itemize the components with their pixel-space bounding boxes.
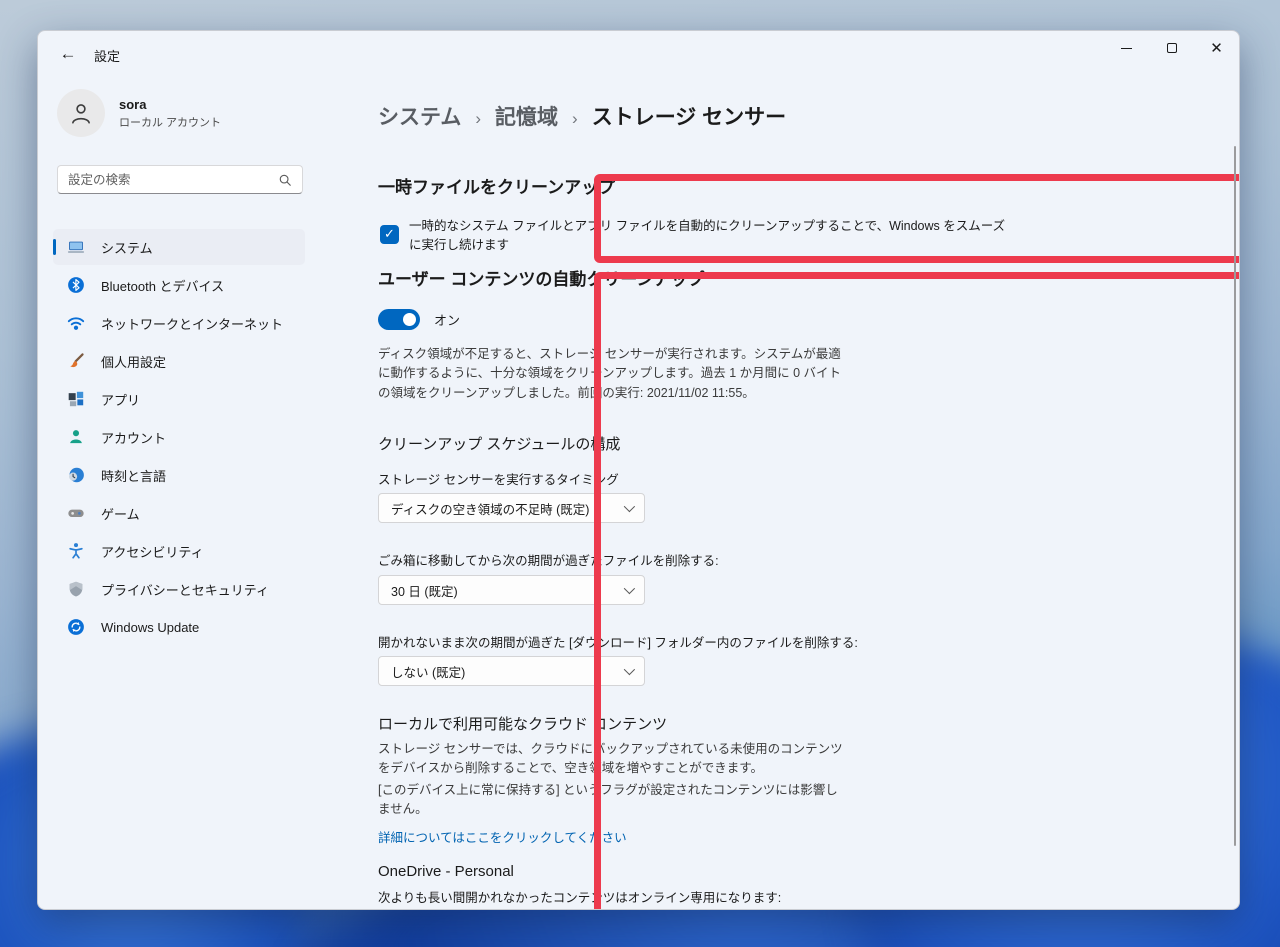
sidebar-item-label: ゲーム bbox=[101, 506, 140, 522]
auto-cleanup-heading: ユーザー コンテンツの自動クリーンアップ bbox=[378, 270, 705, 289]
sidebar-item-label: システム bbox=[101, 240, 153, 256]
downloads-dropdown[interactable]: しない (既定) bbox=[378, 656, 645, 686]
temp-files-checkbox-row: ✓ 一時的なシステム ファイルとアプリ ファイルを自動的にクリーンアップすること… bbox=[380, 215, 1009, 253]
onedrive-heading: OneDrive - Personal bbox=[378, 863, 514, 880]
titlebar: ← 設定 ✕ bbox=[38, 31, 1239, 77]
maximize-button[interactable] bbox=[1149, 31, 1194, 65]
sidebar-item-gaming[interactable]: ゲーム bbox=[53, 495, 305, 531]
windows-update-icon bbox=[67, 618, 85, 636]
sidebar-item-time-language[interactable]: 時刻と言語 bbox=[53, 457, 305, 493]
gaming-icon bbox=[67, 504, 85, 522]
page-title: ストレージ センサー bbox=[591, 106, 787, 129]
downloads-label: 開かれないまま次の期間が過ぎた [ダウンロード] フォルダー内のファイルを削除す… bbox=[378, 636, 858, 650]
toggle-knob bbox=[403, 313, 416, 326]
breadcrumb-separator: › bbox=[475, 109, 482, 128]
sidebar-item-accounts[interactable]: アカウント bbox=[53, 419, 305, 455]
learn-more-link[interactable]: 詳細についてはここをクリックしてください bbox=[378, 827, 627, 846]
recycle-bin-dropdown[interactable]: 30 日 (既定) bbox=[378, 575, 645, 605]
sidebar-nav: システム Bluetooth とデバイス ネットワークとインターネット 個人用設… bbox=[53, 229, 305, 647]
dropdown-value: しない (既定) bbox=[391, 665, 466, 680]
cloud-content-paragraph-1: ストレージ センサーでは、クラウドにバックアップされている未使用のコンテンツをデ… bbox=[378, 742, 843, 776]
personalization-icon bbox=[67, 352, 85, 370]
chevron-down-icon bbox=[623, 500, 636, 513]
temp-files-checkbox-label: 一時的なシステム ファイルとアプリ ファイルを自動的にクリーンアップすることで、… bbox=[409, 219, 1006, 252]
sidebar-item-label: 個人用設定 bbox=[101, 354, 167, 370]
toggle-state-label: オン bbox=[434, 313, 461, 328]
avatar bbox=[57, 89, 105, 137]
run-timing-dropdown[interactable]: ディスクの空き領域の不足時 (既定) bbox=[378, 493, 645, 523]
sidebar-item-apps[interactable]: アプリ bbox=[53, 381, 305, 417]
search-icon bbox=[279, 174, 291, 186]
temp-files-checkbox[interactable]: ✓ bbox=[380, 224, 399, 244]
onedrive-dropdown[interactable]: しない (既定) bbox=[378, 909, 645, 910]
accessibility-icon bbox=[67, 542, 85, 560]
account-summary[interactable]: sora ローカル アカウント bbox=[57, 89, 221, 137]
scrollbar[interactable] bbox=[1234, 146, 1236, 846]
breadcrumb-storage[interactable]: 記憶域 bbox=[495, 101, 558, 131]
temp-files-heading: 一時ファイルをクリーンアップ bbox=[378, 178, 616, 197]
back-button[interactable]: ← bbox=[52, 40, 84, 68]
minimize-button[interactable] bbox=[1104, 31, 1149, 65]
time-language-icon bbox=[67, 466, 85, 484]
settings-window: ← 設定 ✕ sora ローカル アカウント 設定の検索 システム Blueto… bbox=[37, 30, 1240, 910]
sidebar-item-label: アプリ bbox=[101, 392, 141, 408]
search-input[interactable] bbox=[68, 172, 278, 187]
close-icon: ✕ bbox=[1210, 39, 1223, 57]
dropdown-value: ディスクの空き領域の不足時 (既定) bbox=[391, 502, 590, 517]
checkmark-icon: ✓ bbox=[384, 226, 395, 241]
maximize-icon bbox=[1166, 43, 1177, 53]
person-icon bbox=[72, 104, 90, 124]
main-content: システム › 記憶域 › ストレージ センサー 一時ファイルをクリーンアップ ✓… bbox=[318, 77, 1239, 909]
privacy-icon bbox=[67, 580, 85, 598]
sidebar-item-label: アクセシビリティ bbox=[101, 544, 204, 560]
recycle-bin-label: ごみ箱に移動してから次の期間が過ぎたファイルを削除する: bbox=[378, 554, 719, 568]
storage-sense-toggle[interactable] bbox=[378, 309, 420, 330]
app-title: 設定 bbox=[94, 49, 121, 64]
sidebar: sora ローカル アカウント 設定の検索 システム Bluetooth とデバ… bbox=[38, 77, 318, 909]
account-type: ローカル アカウント bbox=[119, 116, 222, 129]
onedrive-label: 次よりも長い間開かれなかったコンテンツはオンライン専用になります: bbox=[378, 891, 782, 905]
sidebar-item-personalization[interactable]: 個人用設定 bbox=[53, 343, 305, 379]
schedule-heading: クリーンアップ スケジュールの構成 bbox=[378, 436, 621, 453]
sidebar-item-privacy[interactable]: プライバシーとセキュリティ bbox=[53, 571, 305, 607]
account-name: sora bbox=[119, 96, 147, 112]
sidebar-item-label: Windows Update bbox=[101, 619, 200, 635]
cloud-content-paragraph-2: [このデバイス上に常に保持する] というフラグが設定されたコンテンツには影響しま… bbox=[378, 783, 838, 817]
sidebar-item-network[interactable]: ネットワークとインターネット bbox=[53, 305, 305, 341]
chevron-down-icon bbox=[623, 663, 636, 676]
system-icon bbox=[67, 238, 85, 256]
sidebar-item-accessibility[interactable]: アクセシビリティ bbox=[53, 533, 305, 569]
settings-search[interactable] bbox=[57, 165, 303, 194]
sidebar-item-bluetooth[interactable]: Bluetooth とデバイス bbox=[53, 267, 305, 303]
desktop-wallpaper: ← 設定 ✕ sora ローカル アカウント 設定の検索 システム Blueto… bbox=[0, 0, 1280, 947]
storage-sense-description: ディスク領域が不足すると、ストレージ センサーが実行されます。システムが最適に動… bbox=[378, 347, 842, 400]
breadcrumb: システム › 記憶域 › ストレージ センサー bbox=[378, 101, 786, 131]
sidebar-item-label: アカウント bbox=[101, 430, 167, 446]
breadcrumb-system[interactable]: システム bbox=[378, 101, 461, 131]
sidebar-item-system[interactable]: システム bbox=[53, 229, 305, 265]
storage-sense-toggle-row: オン bbox=[378, 309, 460, 330]
minimize-icon bbox=[1121, 47, 1132, 49]
sidebar-item-label: Bluetooth とデバイス bbox=[101, 278, 225, 294]
chevron-down-icon bbox=[623, 582, 636, 595]
sidebar-item-label: ネットワークとインターネット bbox=[101, 316, 284, 332]
network-icon bbox=[67, 314, 85, 332]
back-arrow-icon: ← bbox=[59, 44, 77, 63]
dropdown-value: 30 日 (既定) bbox=[391, 584, 458, 599]
sidebar-item-windows-update[interactable]: Windows Update bbox=[53, 609, 305, 645]
run-timing-label: ストレージ センサーを実行するタイミング bbox=[378, 473, 619, 487]
cloud-content-heading: ローカルで利用可能なクラウド コンテンツ bbox=[378, 716, 668, 733]
accounts-icon bbox=[67, 428, 85, 446]
apps-icon bbox=[67, 390, 85, 408]
sidebar-item-label: プライバシーとセキュリティ bbox=[101, 582, 269, 598]
bluetooth-icon bbox=[67, 276, 85, 294]
sidebar-item-label: 時刻と言語 bbox=[101, 468, 167, 484]
close-button[interactable]: ✕ bbox=[1194, 31, 1239, 65]
breadcrumb-separator: › bbox=[572, 109, 578, 128]
